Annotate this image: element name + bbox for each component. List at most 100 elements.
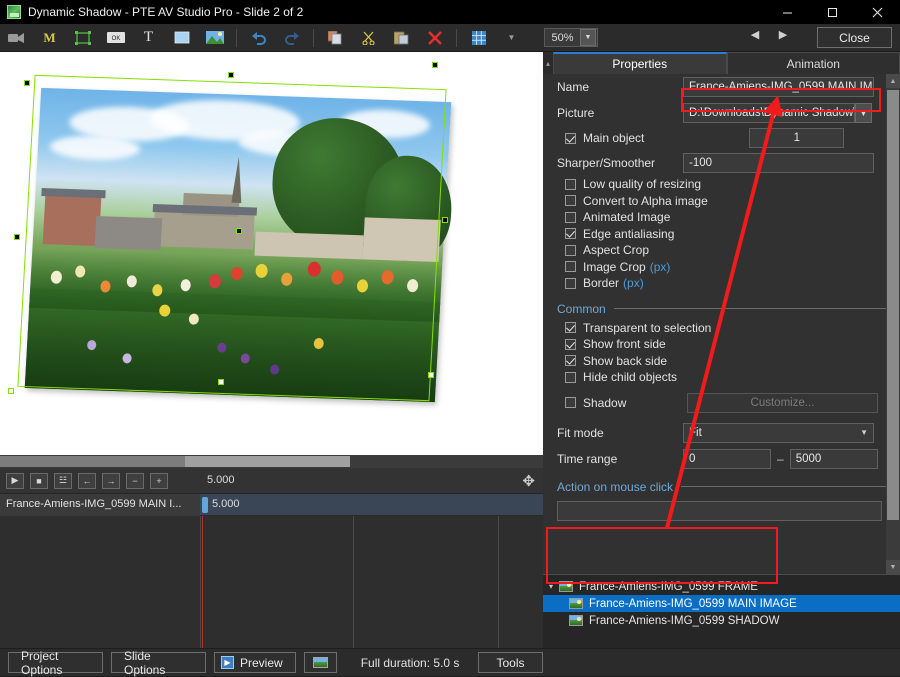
next-slide-button[interactable]: ▶ — [776, 28, 790, 41]
resize-handle-bottom-right[interactable] — [428, 372, 434, 378]
zoom-dropdown-icon[interactable]: ▼ — [580, 29, 596, 46]
preview-button[interactable]: ▶ Preview — [214, 652, 296, 673]
checkbox-image-crop[interactable]: Image Crop (px) — [543, 259, 900, 276]
resize-handle-top-left[interactable] — [24, 80, 30, 86]
zoom-level-combobox[interactable]: 50% ▼ — [544, 28, 598, 47]
transparent-selection-checkbox[interactable] — [565, 322, 576, 333]
checkbox-aspect-crop[interactable]: Aspect Crop — [543, 242, 900, 259]
checkbox-transparent-selection[interactable]: Transparent to selection — [543, 320, 900, 337]
checkbox-show-front[interactable]: Show front side — [543, 336, 900, 353]
sharper-input[interactable]: -100 — [683, 153, 874, 173]
aspect-crop-checkbox[interactable] — [565, 245, 576, 256]
rectangle-icon[interactable] — [165, 25, 198, 51]
keyframe-button[interactable]: ☳ — [54, 473, 72, 489]
play-button[interactable]: ▶ — [6, 473, 24, 489]
video-camera-icon[interactable] — [0, 25, 33, 51]
timeline-clip-marker[interactable] — [202, 497, 208, 513]
checkbox-convert-alpha[interactable]: Convert to Alpha image — [543, 193, 900, 210]
hide-child-checkbox[interactable] — [565, 372, 576, 383]
preview-horizontal-scrollbar[interactable] — [0, 455, 543, 468]
timeline-grid[interactable] — [0, 516, 543, 648]
checkbox-show-back[interactable]: Show back side — [543, 353, 900, 370]
zoom-out-button[interactable]: − — [126, 473, 144, 489]
main-object-checkbox[interactable] — [565, 133, 576, 144]
tree-item-frame[interactable]: ▾ France-Amiens-IMG_0599 FRAME — [543, 578, 900, 595]
resize-handle-top-center[interactable] — [228, 72, 234, 78]
time-range-to-input[interactable]: 5000 — [790, 449, 878, 469]
fit-mode-select[interactable]: Fit ▼ — [683, 423, 874, 443]
zoom-in-button[interactable]: + — [150, 473, 168, 489]
shadow-checkbox[interactable] — [565, 397, 576, 408]
resize-handle-middle-left[interactable] — [14, 234, 20, 240]
tab-properties[interactable]: Properties — [553, 52, 727, 74]
resize-handle-top-right[interactable] — [432, 62, 438, 68]
properties-scrollbar-thumb[interactable] — [887, 90, 899, 520]
delete-icon[interactable] — [418, 25, 451, 51]
animated-image-checkbox[interactable] — [565, 212, 576, 223]
button-ok-icon[interactable]: OK — [99, 25, 132, 51]
frame-icon[interactable] — [66, 25, 99, 51]
mask-m-icon[interactable]: M — [33, 25, 66, 51]
slide-image-object[interactable] — [25, 88, 452, 402]
undo-icon[interactable] — [242, 25, 275, 51]
resize-handle-bottom-left[interactable] — [8, 388, 14, 394]
convert-alpha-checkbox[interactable] — [565, 195, 576, 206]
fullscreen-preview-button[interactable] — [304, 652, 337, 673]
close-window-button[interactable] — [855, 0, 900, 24]
slide-preview-canvas[interactable] — [0, 52, 543, 455]
tab-animation[interactable]: Animation — [727, 52, 900, 74]
tab-scroll-icon[interactable]: ▴ — [543, 52, 553, 74]
checkbox-border[interactable]: Border (px) — [543, 275, 900, 292]
customize-button[interactable]: Customize... — [687, 393, 878, 413]
grid-icon[interactable] — [462, 25, 495, 51]
move-tool-icon[interactable]: ✥ — [522, 472, 535, 490]
stop-button[interactable]: ■ — [30, 473, 48, 489]
scroll-up-icon[interactable]: ▲ — [886, 74, 900, 88]
border-checkbox[interactable] — [565, 278, 576, 289]
rotation-center-handle[interactable] — [236, 228, 242, 234]
resize-handle-middle-right[interactable] — [442, 217, 448, 223]
redo-icon[interactable] — [275, 25, 308, 51]
scroll-down-icon[interactable]: ▼ — [886, 560, 900, 574]
checkbox-hide-child[interactable]: Hide child objects — [543, 369, 900, 386]
grid-dropdown-icon[interactable]: ▼ — [495, 25, 528, 51]
properties-vertical-scrollbar[interactable]: ▲ ▼ — [886, 74, 900, 574]
fit-mode-chevron-down-icon[interactable]: ▼ — [860, 428, 868, 437]
timeline-playhead[interactable] — [202, 516, 203, 648]
expand-collapse-chevron-icon[interactable]: ▾ — [543, 582, 559, 591]
checkbox-low-quality[interactable]: Low quality of resizing — [543, 176, 900, 193]
low-quality-checkbox[interactable] — [565, 179, 576, 190]
show-back-checkbox[interactable] — [565, 355, 576, 366]
scrollbar-track-left[interactable] — [0, 456, 185, 467]
previous-slide-button[interactable]: ◀ — [748, 28, 762, 41]
checkbox-edge-antialiasing[interactable]: Edge antialiasing — [543, 226, 900, 243]
tree-item-main-image[interactable]: France-Amiens-IMG_0599 MAIN IMAGE — [543, 595, 900, 612]
tools-button[interactable]: Tools — [478, 652, 543, 673]
picture-dropdown-icon[interactable]: ▼ — [855, 103, 872, 123]
resize-handle-bottom-center[interactable] — [218, 379, 224, 385]
copy-icon[interactable] — [319, 25, 352, 51]
main-object-number-input[interactable]: 1 — [749, 128, 844, 148]
show-front-checkbox[interactable] — [565, 339, 576, 350]
time-range-from-input[interactable]: 0 — [683, 449, 771, 469]
project-options-button[interactable]: Project Options — [8, 652, 103, 673]
image-crop-checkbox[interactable] — [565, 261, 576, 272]
action-select[interactable] — [557, 501, 882, 521]
minimize-button[interactable] — [765, 0, 810, 24]
next-keyframe-button[interactable]: → — [102, 473, 120, 489]
edge-antialiasing-checkbox[interactable] — [565, 228, 576, 239]
image-icon[interactable] — [198, 25, 231, 51]
picture-input[interactable]: D:\Downloads\Dynamic Shadow\France-À — [683, 103, 855, 123]
timeline-track-row[interactable]: France-Amiens-IMG_0599 MAIN I... 5.000 — [0, 494, 543, 516]
tree-item-shadow[interactable]: France-Amiens-IMG_0599 SHADOW — [543, 612, 900, 629]
paste-icon[interactable] — [385, 25, 418, 51]
cut-icon[interactable] — [352, 25, 385, 51]
checkbox-animated-image[interactable]: Animated Image — [543, 209, 900, 226]
text-icon[interactable]: T — [132, 25, 165, 51]
maximize-button[interactable] — [810, 0, 855, 24]
prev-keyframe-button[interactable]: ← — [78, 473, 96, 489]
name-input[interactable]: France-Amiens-IMG_0599 MAIN IMAGE — [683, 77, 874, 97]
scrollbar-thumb[interactable] — [185, 456, 350, 467]
close-button[interactable]: Close — [817, 27, 892, 48]
slide-options-button[interactable]: Slide Options — [111, 652, 206, 673]
